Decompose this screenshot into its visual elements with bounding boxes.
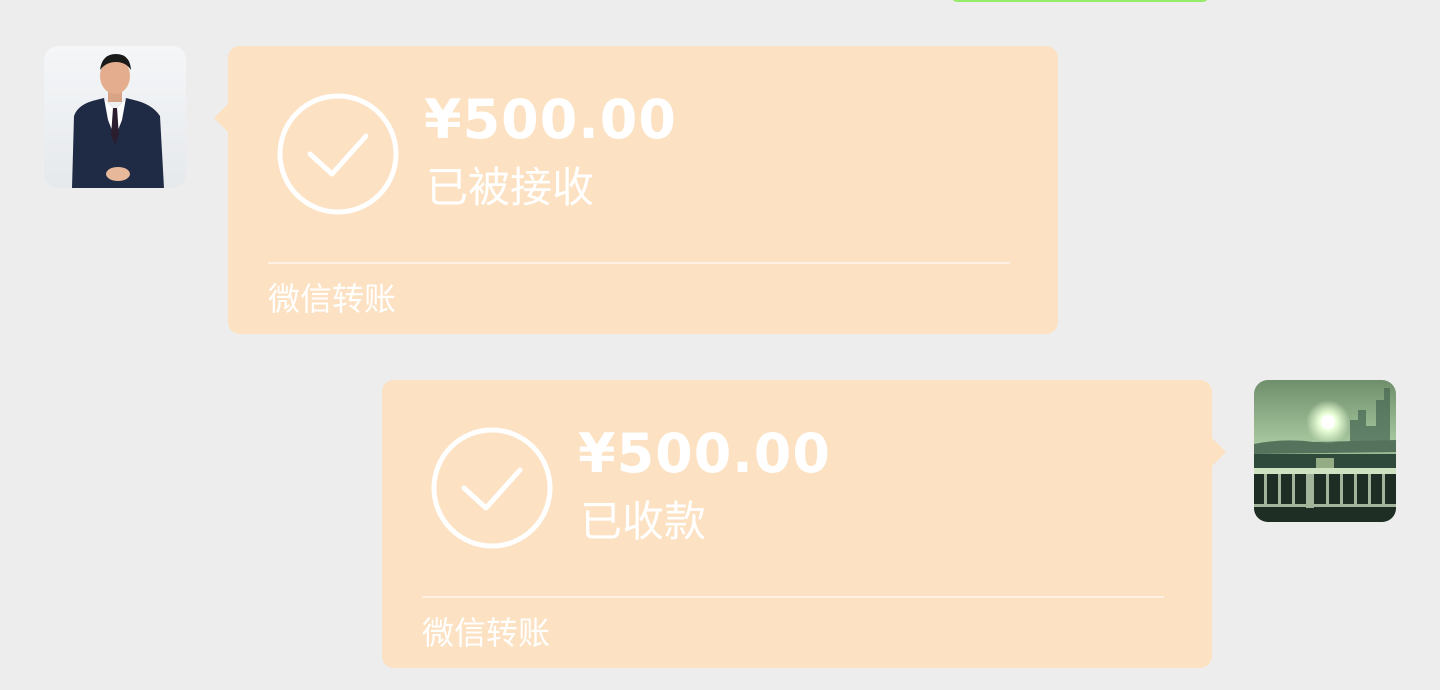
man-in-suit-avatar-icon: [44, 46, 186, 188]
contact-avatar[interactable]: [44, 46, 186, 188]
transfer-status: 已被接收: [426, 163, 595, 212]
bubble-tail: [214, 104, 228, 132]
my-avatar[interactable]: [1254, 380, 1396, 522]
wechat-transfer-label: 微信转账: [268, 280, 397, 318]
check-circle-icon: [431, 427, 553, 549]
bubble-tail: [1212, 438, 1226, 466]
previous-message-bubble[interactable]: [950, 0, 1210, 2]
transfer-amount: ¥500.00: [578, 422, 831, 485]
sunset-scenery-avatar-icon: [1254, 380, 1396, 522]
transfer-status: 已收款: [580, 497, 707, 546]
divider: [268, 262, 1010, 264]
divider: [422, 596, 1164, 598]
transfer-bubble-collected[interactable]: ¥500.00 已收款 微信转账: [382, 380, 1226, 668]
transfer-bubble-received[interactable]: ¥500.00 已被接收 微信转账: [214, 46, 1058, 334]
transfer-amount: ¥500.00: [424, 88, 677, 151]
wechat-transfer-label: 微信转账: [422, 614, 551, 652]
check-circle-icon: [277, 93, 399, 215]
